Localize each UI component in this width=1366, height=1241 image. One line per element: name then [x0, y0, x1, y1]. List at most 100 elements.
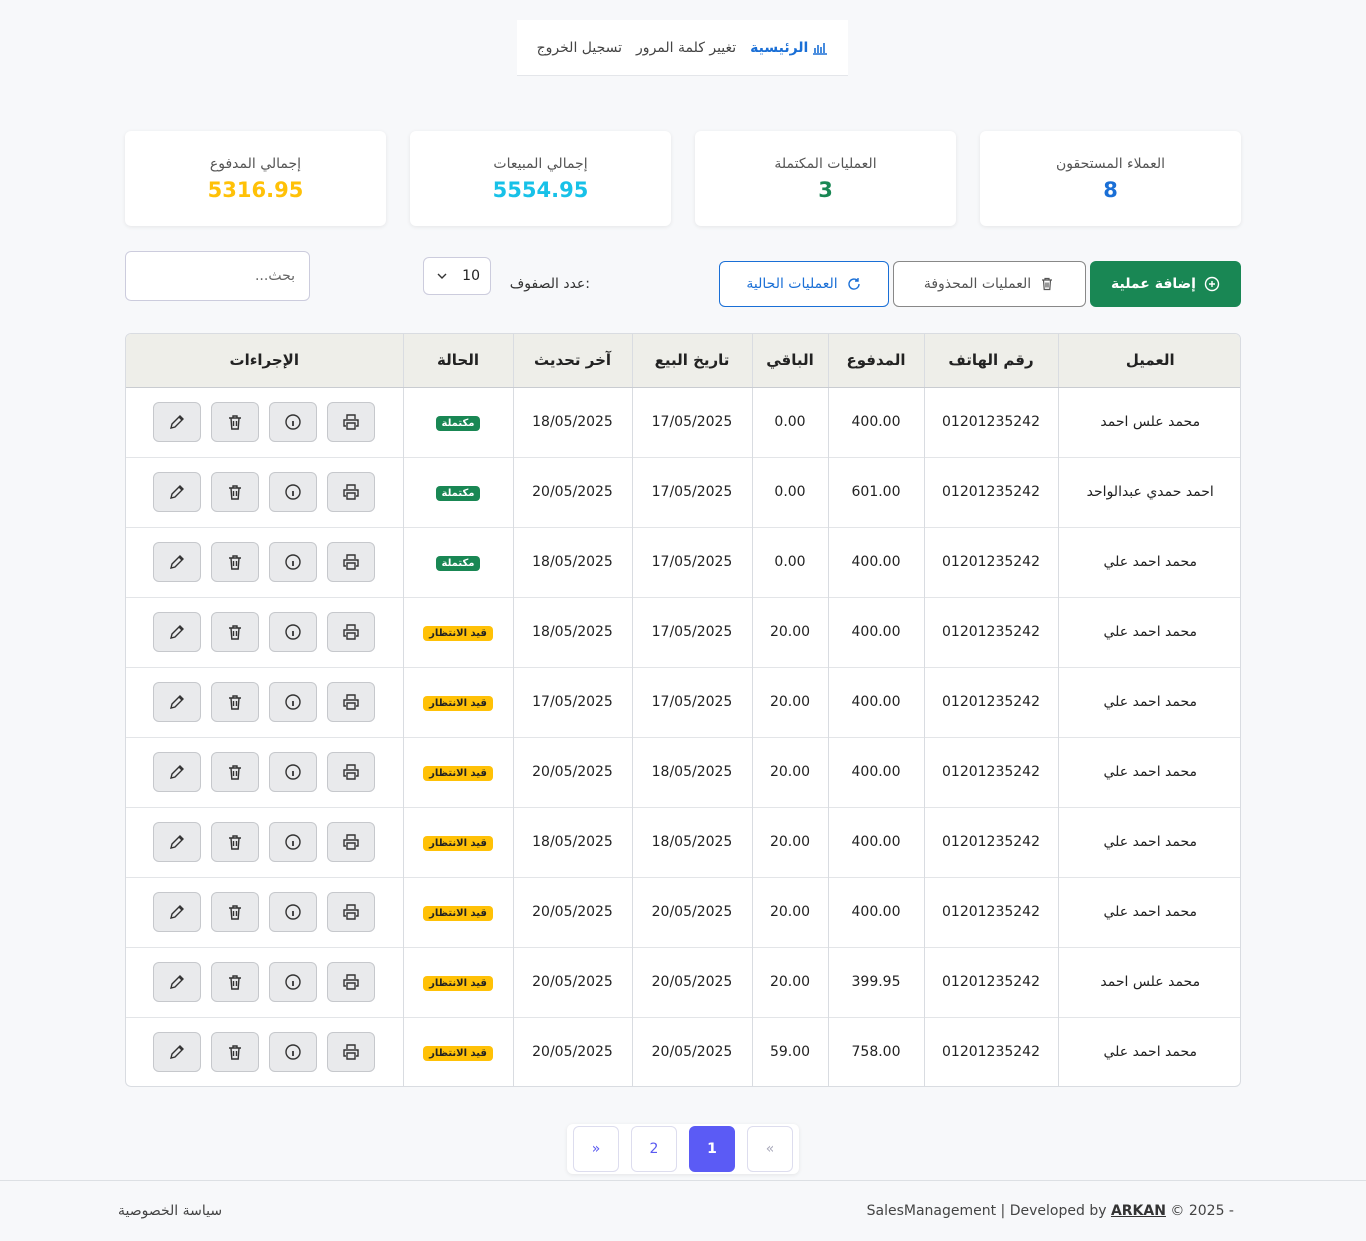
table-row: محمد احمد علي 01201235242 400.00 20.00 18/05…	[126, 736, 1240, 807]
footer-brand-link[interactable]: ARKAN	[1111, 1203, 1166, 1219]
info-icon	[285, 694, 301, 710]
print-button[interactable]	[327, 542, 376, 582]
delete-button[interactable]	[211, 542, 260, 582]
info-icon	[285, 554, 301, 570]
cell-sale-date: 17/05/2025	[631, 596, 752, 667]
col-header-phone: رقم الهاتف	[923, 334, 1058, 388]
printer-icon	[343, 834, 359, 850]
stats-cards: العملاء المستحقون 8 العمليات المكتملة 3 …	[125, 131, 1241, 226]
cell-status: قيد الانتظار	[402, 596, 513, 667]
search-input[interactable]	[125, 251, 310, 301]
table-row: محمد احمد علي 01201235242 400.00 20.00 20/05…	[126, 876, 1240, 947]
info-icon	[285, 974, 301, 990]
cell-sale-date: 17/05/2025	[631, 526, 752, 597]
printer-icon	[343, 974, 359, 990]
nav-logout-link[interactable]: تسجيل الخروج	[537, 40, 622, 56]
details-button[interactable]	[269, 752, 318, 792]
edit-button[interactable]	[153, 542, 202, 582]
cell-phone: 01201235242	[923, 736, 1058, 807]
printer-icon	[343, 554, 359, 570]
table-row: احمد حمدي عبدالواحد 01201235242 601.00 0.00…	[126, 456, 1240, 527]
print-button[interactable]	[327, 752, 376, 792]
pagination: « 1 2 »	[567, 1124, 799, 1174]
delete-button[interactable]	[211, 822, 260, 862]
print-button[interactable]	[327, 402, 376, 442]
edit-button[interactable]	[153, 752, 202, 792]
delete-button[interactable]	[211, 892, 260, 932]
col-header-client: العميل	[1057, 334, 1240, 388]
status-badge: قيد الانتظار	[423, 695, 493, 711]
deleted-operations-button[interactable]: العمليات المحذوفة	[893, 261, 1086, 307]
edit-button[interactable]	[153, 402, 202, 442]
edit-button[interactable]	[153, 892, 202, 932]
trash-icon	[229, 835, 242, 850]
trash-icon	[229, 905, 242, 920]
info-icon	[285, 624, 301, 640]
col-header-paid: المدفوع	[827, 334, 924, 388]
print-button[interactable]	[327, 892, 376, 932]
current-operations-button[interactable]: العمليات الحالية	[719, 261, 889, 307]
delete-button[interactable]	[211, 402, 260, 442]
status-badge: قيد الانتظار	[423, 835, 493, 851]
stat-card-completed: العمليات المكتملة 3	[695, 131, 956, 226]
pencil-icon	[170, 695, 185, 709]
edit-button[interactable]	[153, 1032, 202, 1073]
status-badge: قيد الانتظار	[423, 975, 493, 991]
cell-updated: 20/05/2025	[512, 946, 632, 1017]
stat-card-total-paid: إجمالي المدفوع 5316.95	[125, 131, 386, 226]
details-button[interactable]	[269, 892, 318, 932]
add-operation-button[interactable]: إضافة عملية	[1090, 261, 1241, 307]
print-button[interactable]	[327, 612, 376, 652]
operations-table: العميل رقم الهاتف المدفوع الباقي تاريخ ا…	[125, 333, 1241, 1087]
stat-card-label: العمليات المكتملة	[774, 155, 877, 172]
edit-button[interactable]	[153, 822, 202, 862]
details-button[interactable]	[269, 542, 318, 582]
edit-button[interactable]	[153, 682, 202, 722]
cell-status: قيد الانتظار	[402, 1016, 513, 1086]
rows-per-page-select[interactable]: 10	[423, 257, 491, 295]
cell-actions	[126, 456, 403, 527]
delete-button[interactable]	[211, 962, 260, 1002]
nav-change-password-link[interactable]: تغيير كلمة المرور	[636, 40, 736, 56]
details-button[interactable]	[269, 612, 318, 652]
delete-button[interactable]	[211, 612, 260, 652]
printer-icon	[343, 414, 359, 430]
details-button[interactable]	[269, 962, 318, 1002]
printer-icon	[343, 764, 359, 780]
details-button[interactable]	[269, 1032, 318, 1073]
edit-button[interactable]	[153, 472, 202, 512]
pagination-next-button[interactable]: »	[573, 1126, 619, 1172]
footer-privacy-link[interactable]: سياسة الخصوصية	[118, 1203, 222, 1219]
pagination-page-2[interactable]: 2	[631, 1126, 677, 1172]
cell-sale-date: 18/05/2025	[631, 736, 752, 807]
delete-button[interactable]	[211, 682, 260, 722]
cell-paid: 400.00	[827, 526, 924, 597]
print-button[interactable]	[327, 962, 376, 1002]
cell-paid: 400.00	[827, 736, 924, 807]
pagination-page-1[interactable]: 1	[689, 1126, 735, 1172]
delete-button[interactable]	[211, 1032, 260, 1073]
print-button[interactable]	[327, 682, 376, 722]
details-button[interactable]	[269, 402, 318, 442]
print-button[interactable]	[327, 822, 376, 862]
info-icon	[285, 414, 301, 430]
edit-button[interactable]	[153, 962, 202, 1002]
cell-remaining: 20.00	[751, 946, 828, 1017]
cell-paid: 400.00	[827, 386, 924, 457]
edit-button[interactable]	[153, 612, 202, 652]
delete-button[interactable]	[211, 472, 260, 512]
delete-button[interactable]	[211, 752, 260, 792]
nav-home-link[interactable]: الرئيسية	[750, 40, 828, 56]
details-button[interactable]	[269, 682, 318, 722]
cell-client: محمد احمد علي	[1057, 876, 1240, 947]
trash-icon	[229, 555, 242, 570]
cell-phone: 01201235242	[923, 526, 1058, 597]
printer-icon	[343, 904, 359, 920]
details-button[interactable]	[269, 472, 318, 512]
details-button[interactable]	[269, 822, 318, 862]
pagination-prev-button[interactable]: «	[747, 1126, 793, 1172]
cell-actions	[126, 596, 403, 667]
cell-paid: 400.00	[827, 666, 924, 737]
print-button[interactable]	[327, 1032, 376, 1073]
print-button[interactable]	[327, 472, 376, 512]
